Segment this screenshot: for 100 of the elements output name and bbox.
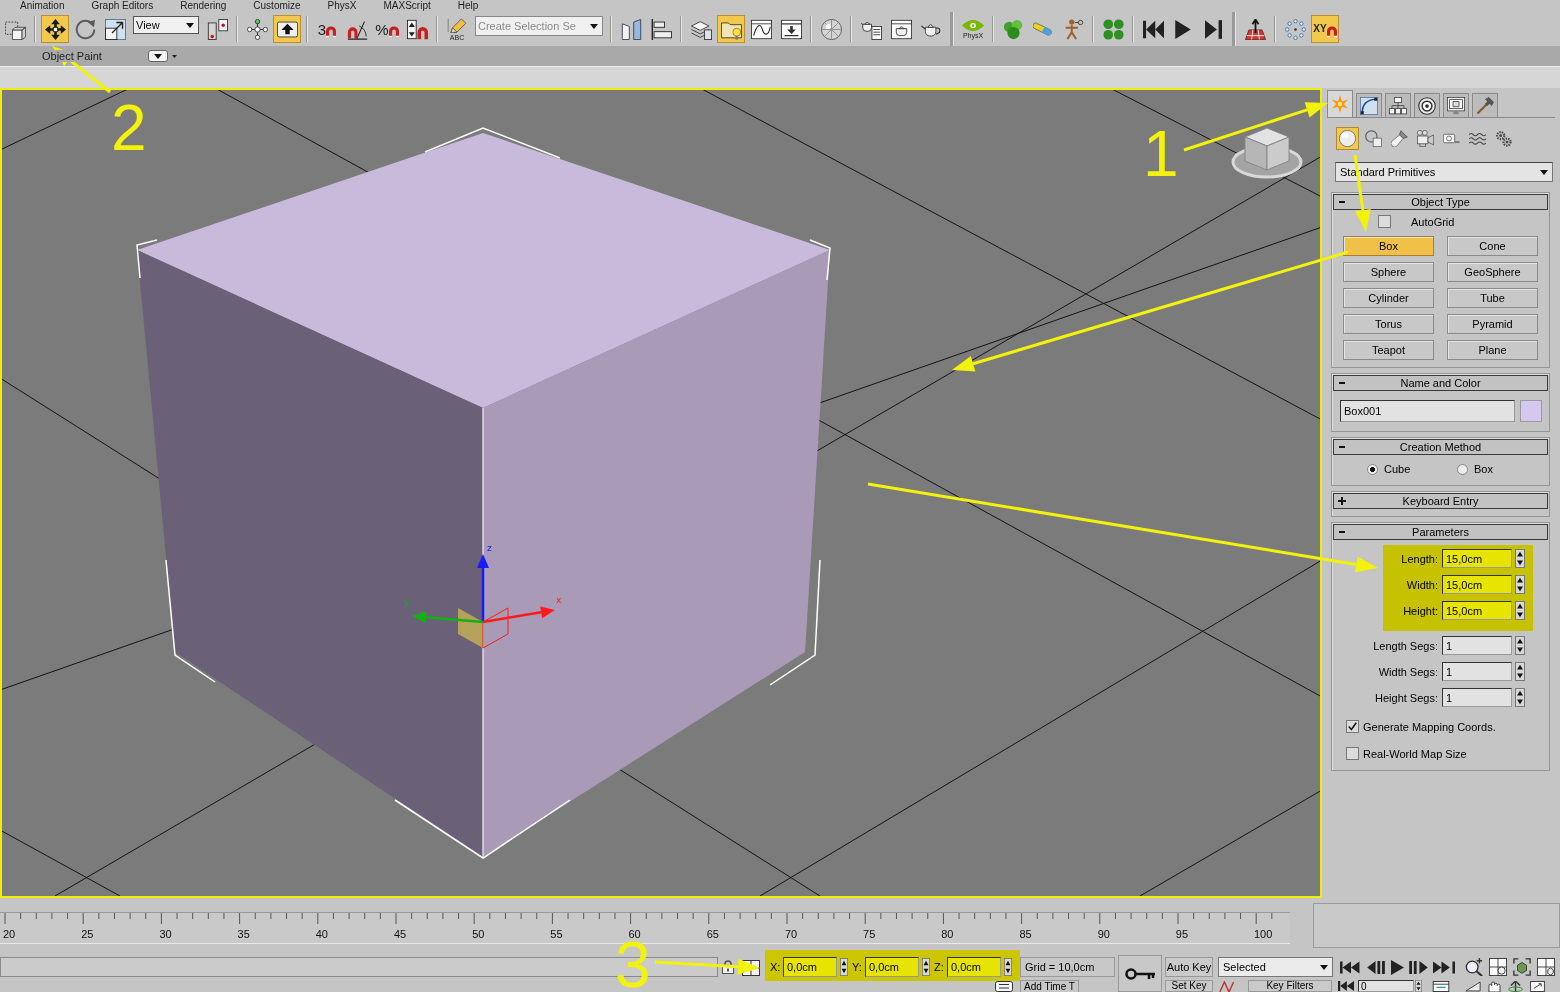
set-key-button[interactable]: Set Key [1165, 980, 1213, 992]
spinner-icon[interactable] [1004, 958, 1012, 976]
menu-item[interactable]: MAXScript [383, 0, 431, 12]
rotate-icon [74, 18, 96, 40]
modify-tab[interactable] [1356, 93, 1382, 117]
coordinate-field[interactable]: 0,0cm [783, 957, 837, 977]
ribbon-tab[interactable]: Object Paint [42, 50, 102, 62]
pan-icon[interactable] [1488, 980, 1501, 992]
radio-button[interactable] [1367, 463, 1378, 475]
primitive-button[interactable]: Teapot [1343, 340, 1434, 360]
shapes-button[interactable] [1362, 127, 1385, 150]
viewcube-icon[interactable] [1231, 127, 1303, 179]
play-icon[interactable] [1391, 959, 1404, 975]
pivot-icon [206, 18, 228, 40]
go-to-start-icon[interactable] [1340, 960, 1362, 974]
lock-icon[interactable] [722, 960, 734, 974]
spinner-icon[interactable] [1515, 575, 1525, 594]
number-field[interactable]: 1 [1442, 688, 1512, 707]
primitive-button[interactable]: Plane [1447, 340, 1538, 360]
axis-arrow[interactable] [482, 606, 555, 624]
spinner-icon[interactable] [1515, 636, 1525, 655]
coordinate-field[interactable]: 0,0cm [947, 957, 1001, 977]
next-frame-icon[interactable] [1409, 960, 1428, 974]
skip-back-icon[interactable] [1338, 981, 1354, 991]
primitive-button[interactable]: Box [1343, 236, 1434, 256]
rollout-header[interactable]: Name and Color [1333, 375, 1548, 391]
axis-constraint-button[interactable]: XY [1311, 15, 1339, 43]
spinner-icon[interactable] [1515, 601, 1525, 620]
checkbox[interactable] [1346, 747, 1359, 760]
window-icon[interactable] [1432, 980, 1450, 992]
primitive-button[interactable]: Torus [1343, 314, 1434, 334]
percent-snap-button[interactable]: % [373, 15, 401, 43]
axis-arrow[interactable] [412, 611, 484, 624]
auto-key-button[interactable]: Auto Key [1165, 957, 1213, 977]
caret-icon[interactable] [171, 54, 177, 58]
cameras-button[interactable] [1414, 127, 1437, 150]
primitive-button[interactable]: Tube [1447, 288, 1538, 308]
hierarchy-tab[interactable] [1385, 93, 1411, 117]
spinner-icon[interactable] [1515, 662, 1525, 681]
spinner-icon[interactable] [840, 958, 848, 976]
spinner-icon[interactable] [1415, 980, 1422, 992]
number-field[interactable]: 15,0cm [1442, 575, 1512, 594]
scene-explorer-button[interactable] [717, 15, 745, 43]
spinner-icon[interactable] [1515, 688, 1525, 707]
rollout-header[interactable]: Keyboard Entry [1333, 493, 1548, 509]
maximize-icon[interactable] [1530, 980, 1545, 992]
shortcut-override-button[interactable] [273, 15, 301, 43]
menu-item[interactable]: Rendering [180, 0, 227, 12]
primitive-button[interactable]: Cylinder [1343, 288, 1434, 308]
number-field[interactable]: 15,0cm [1442, 601, 1512, 620]
ribbon-menu-button[interactable] [147, 50, 168, 62]
field-of-view-icon[interactable] [1465, 980, 1481, 992]
coordinate-system-dropdown[interactable]: View [133, 16, 199, 34]
menu-item[interactable]: Animation [20, 0, 65, 12]
color-swatch[interactable] [1520, 400, 1542, 422]
checkbox[interactable] [1346, 720, 1359, 733]
checkbox[interactable] [1378, 215, 1391, 228]
rollout-header[interactable]: Parameters [1333, 524, 1548, 540]
number-field[interactable]: 1 [1442, 636, 1512, 655]
menu-item[interactable]: Customize [253, 0, 301, 12]
utilities-tab[interactable] [1472, 93, 1498, 117]
spinner-icon[interactable] [1515, 549, 1525, 568]
menu-item[interactable]: Help [457, 0, 479, 12]
list-icon[interactable] [995, 981, 1013, 992]
primitive-button[interactable]: Cone [1447, 236, 1538, 256]
selection-set-dropdown[interactable]: Create Selection Se [475, 16, 603, 36]
primitive-button[interactable]: Sphere [1343, 262, 1434, 282]
snaps-toggle-button[interactable]: 3 [313, 15, 341, 43]
lights-button[interactable] [1388, 127, 1411, 150]
display-tab[interactable] [1443, 93, 1469, 117]
orbit-icon[interactable] [1508, 980, 1523, 992]
key-button[interactable] [1118, 955, 1162, 992]
selection-set-field[interactable]: Create Selection Se [478, 20, 588, 32]
zoom-extents-all-icon[interactable] [1537, 958, 1555, 976]
rollout-header[interactable]: Creation Method [1333, 439, 1548, 455]
number-field[interactable]: 15,0cm [1442, 549, 1512, 568]
radio-button[interactable] [1457, 463, 1468, 475]
frame-field[interactable]: 0 [1358, 980, 1414, 992]
motion-tab[interactable] [1414, 93, 1440, 117]
coordinate-field[interactable]: 0,0cm [865, 957, 919, 977]
plane-handle[interactable] [482, 607, 509, 649]
move-button[interactable] [41, 15, 69, 43]
primitive-button[interactable]: Pyramid [1447, 314, 1538, 334]
zoom-all-icon[interactable] [1489, 958, 1507, 976]
key-filters-button[interactable]: Key Filters [1248, 980, 1332, 992]
menu-item[interactable]: PhysX [327, 0, 357, 12]
previous-frame-icon[interactable] [1367, 960, 1386, 974]
primitive-button[interactable]: GeoSphere [1447, 262, 1538, 282]
zoom-extents-icon[interactable] [1513, 958, 1531, 976]
rollout-header[interactable]: Object Type [1333, 194, 1548, 210]
go-to-end-icon[interactable] [1433, 960, 1455, 974]
key-mode-dropdown[interactable]: Selected [1218, 957, 1333, 977]
geometry-button[interactable] [1336, 127, 1359, 150]
menu-item[interactable]: Graph Editors [91, 0, 154, 12]
name-field[interactable]: Box001 [1340, 400, 1515, 422]
time-tag-button[interactable]: Add Time T [1020, 980, 1079, 992]
zoom-icon[interactable] [1465, 958, 1483, 976]
axis-arrow[interactable] [477, 554, 489, 622]
spinner-icon[interactable] [922, 958, 930, 976]
number-field[interactable]: 1 [1442, 662, 1512, 681]
